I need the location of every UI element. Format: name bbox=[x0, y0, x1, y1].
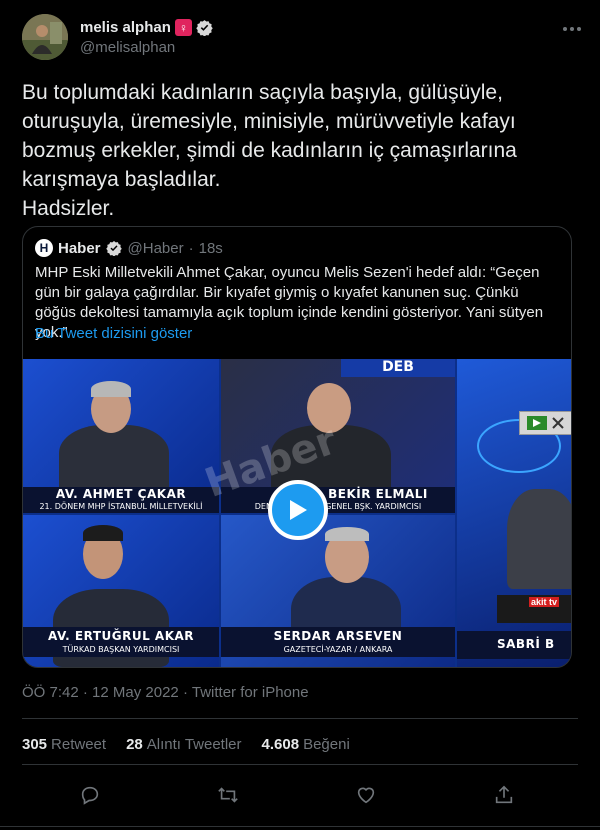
retweet-count: 305 bbox=[22, 736, 48, 753]
forward-icon[interactable] bbox=[527, 416, 547, 430]
venus-badge-icon: ♀ bbox=[174, 19, 192, 36]
divider bbox=[0, 826, 600, 827]
share-icon bbox=[495, 785, 513, 804]
play-icon bbox=[290, 500, 307, 520]
like-count: 4.608 bbox=[261, 736, 300, 753]
panel-subtitle: 21. DÖNEM MHP İSTANBUL MİLLETVEKİLİ bbox=[39, 502, 203, 511]
retweet-label: Retweet bbox=[51, 736, 107, 753]
quoted-handle: @Haber bbox=[127, 239, 184, 257]
panel-name: AV. ERTUĞRUL AKAR bbox=[47, 629, 195, 643]
tweet-meta: ÖÖ 7:42 · 12 May 2022 · Twitter for iPho… bbox=[22, 684, 309, 701]
quote-count: 28 bbox=[126, 736, 143, 753]
quoted-name[interactable]: Haber bbox=[58, 240, 101, 257]
play-button[interactable] bbox=[268, 480, 328, 540]
more-icon[interactable] bbox=[562, 16, 582, 37]
video-panel: SERDAR ARSEVEN GAZETECİ-YAZAR / ANKARA bbox=[221, 515, 455, 667]
panel-subtitle: DEMOK… …NEĞİ GENEL BŞK. YARDIMCISI bbox=[254, 502, 422, 511]
panel-subtitle: GAZETECİ-YAZAR / ANKARA bbox=[283, 645, 393, 654]
quoted-age: 18s bbox=[198, 239, 223, 257]
retweet-icon bbox=[218, 787, 238, 803]
tweet-date[interactable]: 12 May 2022 bbox=[92, 684, 179, 701]
verified-icon bbox=[196, 19, 213, 36]
reply-button[interactable] bbox=[75, 780, 105, 810]
panel-name: SABRİ B bbox=[497, 637, 555, 651]
action-bar bbox=[0, 780, 600, 810]
divider bbox=[22, 764, 578, 765]
reply-icon bbox=[81, 786, 99, 805]
quoted-verified-icon bbox=[105, 240, 123, 257]
author-display-name[interactable]: melis alphan bbox=[80, 19, 171, 36]
like-button[interactable] bbox=[351, 780, 381, 810]
quoted-separator: · bbox=[188, 239, 194, 257]
video-player[interactable]: AV. AHMET ÇAKAR 21. DÖNEM MHP İSTANBUL M… bbox=[23, 359, 571, 667]
like-icon bbox=[357, 787, 375, 804]
quoted-tweet[interactable]: H Haber @Haber · 18s MHP Eski Milletveki… bbox=[22, 226, 572, 668]
retweet-button[interactable] bbox=[213, 780, 243, 810]
meta-separator: · bbox=[82, 684, 88, 701]
tweet-time[interactable]: ÖÖ 7:42 bbox=[22, 684, 79, 701]
avatar-image bbox=[22, 14, 68, 60]
retweets-stat[interactable]: 305 Retweet bbox=[22, 736, 106, 753]
author-handle[interactable]: @melisalphan bbox=[80, 39, 175, 56]
quotes-stat[interactable]: 28 Alıntı Tweetler bbox=[126, 736, 241, 753]
video-panel: AV. AHMET ÇAKAR 21. DÖNEM MHP İSTANBUL M… bbox=[23, 359, 219, 513]
like-label: Beğeni bbox=[303, 736, 350, 753]
tweet-source[interactable]: Twitter for iPhone bbox=[192, 684, 309, 701]
quote-label: Alıntı Tweetler bbox=[146, 736, 242, 753]
tweet-text: Bu toplumdaki kadınların saçıyla başıyla… bbox=[22, 81, 517, 220]
avatar[interactable] bbox=[22, 14, 68, 60]
banner-text: DEB bbox=[341, 359, 455, 377]
panel-name: AV. AHMET ÇAKAR bbox=[55, 487, 187, 501]
ad-controls[interactable] bbox=[519, 411, 571, 435]
close-icon[interactable] bbox=[551, 416, 565, 430]
video-panel: akit tv SABRİ B bbox=[457, 359, 571, 667]
meta-separator: · bbox=[182, 684, 188, 701]
quoted-avatar: H bbox=[35, 239, 53, 257]
show-thread-link[interactable]: Bu Tweet dizisini göster bbox=[35, 325, 192, 342]
panel-name: SERDAR ARSEVEN bbox=[273, 629, 403, 643]
panel-subtitle: TÜRKAD BAŞKAN YARDIMCISI bbox=[62, 645, 180, 654]
tweet: melis alphan ♀ @melisalphan Bu toplumdak… bbox=[0, 0, 600, 830]
likes-stat[interactable]: 4.608 Beğeni bbox=[262, 736, 350, 753]
divider bbox=[22, 718, 578, 719]
tweet-stats: 305 Retweet 28 Alıntı Tweetler 4.608 Beğeni bbox=[22, 736, 350, 753]
share-button[interactable] bbox=[489, 780, 519, 810]
channel-logo: akit tv bbox=[529, 597, 560, 607]
video-panel: AV. ERTUĞRUL AKAR TÜRKAD BAŞKAN YARDIMCI… bbox=[23, 515, 219, 667]
